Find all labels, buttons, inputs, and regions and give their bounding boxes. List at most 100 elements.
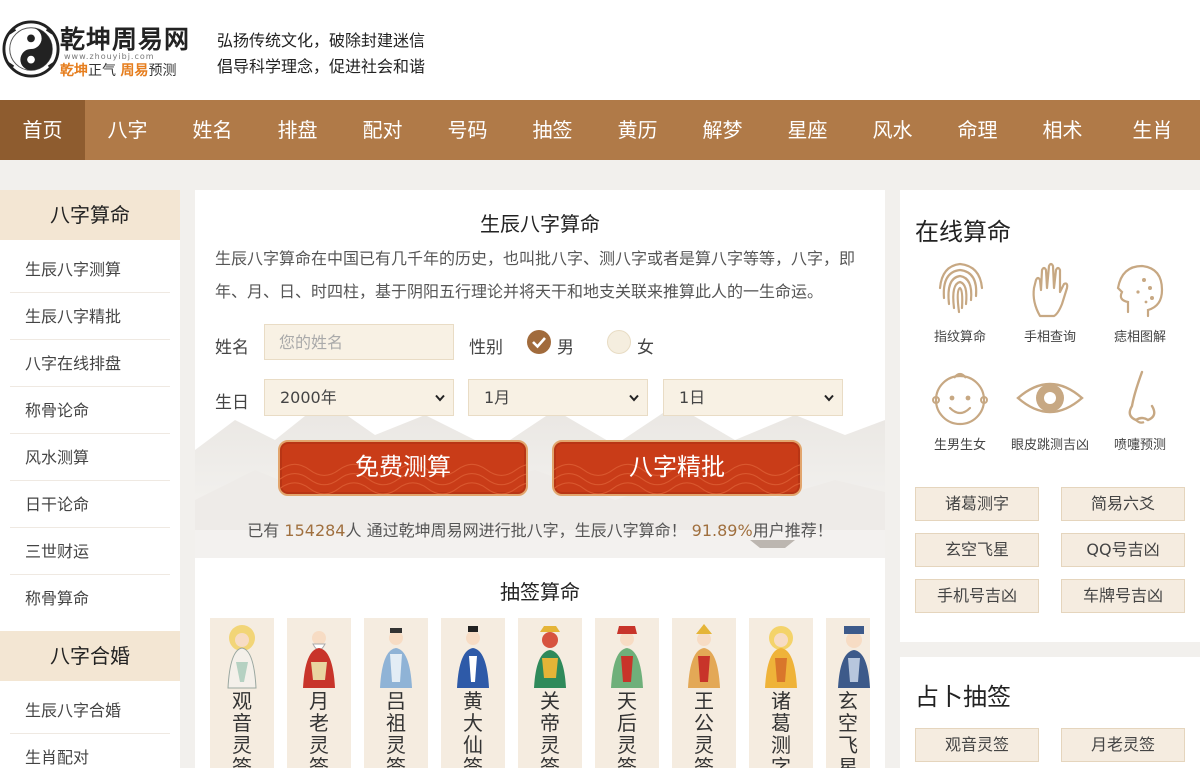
nav-item-zodiac[interactable]: 星座 [765,100,850,160]
deity-name: 吕祖灵签 [386,689,406,768]
chevron-down-icon [824,394,834,402]
sidebar-item[interactable]: 八字在线排盘 [10,340,170,387]
site-logo[interactable]: 乾坤周易网 www.zhouyibj.com 乾坤正气 周易预测 [0,18,200,84]
month-select[interactable]: 1月 [468,379,648,416]
day-select[interactable]: 1日 [663,379,843,416]
nav-item-physiognomy[interactable]: 相术 [1020,100,1105,160]
nav-item-fengshui[interactable]: 风水 [850,100,935,160]
detailed-bazi-button[interactable]: 八字精批 [552,440,802,496]
sidebar-item[interactable]: 称骨论命 [10,387,170,434]
detailed-bazi-button-label: 八字精批 [629,453,725,481]
year-select[interactable]: 2000年 [264,379,454,416]
bazi-title: 生辰八字算命 [480,212,600,236]
tool-label: 眼皮跳测吉凶 [1010,438,1089,453]
year-select-value: 2000年 [280,388,337,407]
deity-name: 月老灵签 [309,689,329,768]
sidebar-heading-marriage: 八字合婚 [0,631,180,681]
tagline-line-2: 倡导科学理念，促进社会和谐 [217,57,426,76]
tool-mole[interactable]: 痣相图解 [1095,258,1185,345]
link-yuelao-lot[interactable]: 月老灵签 [1061,728,1185,762]
deity-card-xuankong[interactable]: 玄空飞星 [826,618,870,768]
deity-card-guanyin[interactable]: 观音灵签 [210,618,274,768]
nav-item-home[interactable]: 首页 [0,100,85,160]
gender-label: 性别 [469,338,503,358]
name-input[interactable] [264,324,454,360]
nav-item-match[interactable]: 配对 [340,100,425,160]
logo-slogan: 乾坤正气 周易预测 [60,63,177,79]
link-phone-number[interactable]: 手机号吉凶 [915,579,1039,613]
sidebar-item[interactable]: 风水测算 [10,434,170,481]
sidebar-item[interactable]: 生辰八字合婚 [10,687,170,734]
chevron-down-icon [629,394,639,402]
sidebar-item[interactable]: 生肖配对 [10,734,170,768]
sidebar-item[interactable]: 生辰八字精批 [10,293,170,340]
nav-item-bazi[interactable]: 八字 [85,100,170,160]
tagline-line-1: 弘扬传统文化，破除封建迷信 [217,31,426,50]
tool-label: 手相查询 [1023,330,1076,345]
sidebar-item[interactable]: 三世财运 [10,528,170,575]
name-label: 姓名 [215,338,249,358]
sidebar-item[interactable]: 生辰八字测算 [10,246,170,293]
link-plate-number[interactable]: 车牌号吉凶 [1061,579,1185,613]
recommend-rate: 91.89% [691,521,753,540]
nav-item-name[interactable]: 姓名 [170,100,255,160]
site-header: 乾坤周易网 www.zhouyibj.com 乾坤正气 周易预测 弘扬传统文化，… [0,0,1200,100]
link-xuankong[interactable]: 玄空飞星 [915,533,1039,567]
nav-item-lots[interactable]: 抽签 [510,100,595,160]
free-calc-button[interactable]: 免费测算 [278,440,528,496]
tool-fingerprint[interactable]: 指纹算命 [915,258,1005,345]
usage-stats: 已有 154284人 通过乾坤周易网进行批八字，生辰八字算命！ 91.89%用户… [247,521,833,540]
huangdaxian-figure-icon [457,626,489,688]
tianhou-figure-icon [611,626,643,688]
user-count: 154284 [284,521,346,540]
chevron-down-icon [435,394,445,402]
yin-yang-logo-icon [2,20,60,78]
wanggong-figure-icon [688,624,720,688]
zhuge-figure-icon [765,626,797,688]
nav-item-almanac[interactable]: 黄历 [595,100,680,160]
tool-eyelid[interactable]: 眼皮跳测吉凶 [1005,366,1095,453]
eye-icon [1016,382,1084,414]
tool-baby-gender[interactable]: 生男生女 [915,366,1005,453]
nav-item-destiny[interactable]: 命理 [935,100,1020,160]
deity-name: 玄空飞星 [838,689,858,768]
tool-palm[interactable]: 手相查询 [1005,258,1095,345]
palm-icon [1032,262,1069,318]
deity-card-yuelao[interactable]: 月老灵签 [287,618,351,768]
link-zhuge-cezi[interactable]: 诸葛测字 [915,487,1039,521]
online-fortune-title: 在线算命 [915,218,1011,246]
deity-name: 观音灵签 [232,689,252,768]
sidebar-heading-bazi: 八字算命 [0,190,180,240]
male-radio[interactable] [527,330,551,354]
deity-card-guandi[interactable]: 关帝灵签 [518,618,582,768]
deity-name: 诸葛测字 [771,689,791,768]
xuankong-figure-icon [838,626,870,688]
face-mole-icon [1116,264,1164,318]
yuelao-figure-icon [303,631,335,688]
link-liuyao[interactable]: 简易六爻 [1061,487,1185,521]
deity-name: 关帝灵签 [540,689,560,768]
link-guanyin-lot[interactable]: 观音灵签 [915,728,1039,762]
nav-item-dream[interactable]: 解梦 [680,100,765,160]
lvzu-figure-icon [380,628,412,688]
deity-name: 天后灵签 [617,689,637,768]
sidebar-item[interactable]: 称骨算命 [10,575,170,622]
tool-label: 痣相图解 [1113,330,1166,345]
online-fortune-panel: 在线算命 指纹算命 手相查询 痣相图解 生男生女 眼皮跳测吉凶 喷嚏预测 诸葛测… [900,190,1200,642]
deity-card-wanggong[interactable]: 王公灵签 [672,618,736,768]
sidebar-item[interactable]: 日干论命 [10,481,170,528]
fingerprint-icon [938,262,984,314]
tool-sneeze[interactable]: 喷嚏预测 [1095,366,1185,453]
deity-card-lvzu[interactable]: 吕祖灵签 [364,618,428,768]
month-select-value: 1月 [484,388,511,407]
check-icon [532,337,546,349]
link-qq-number[interactable]: QQ号吉凶 [1061,533,1185,567]
tool-label: 喷嚏预测 [1113,438,1166,453]
deity-card-tianhou[interactable]: 天后灵签 [595,618,659,768]
nav-item-shengxiao[interactable]: 生肖 [1105,100,1200,160]
deity-card-huangdaxian[interactable]: 黄大仙签 [441,618,505,768]
nav-item-number[interactable]: 号码 [425,100,510,160]
nav-item-chart[interactable]: 排盘 [255,100,340,160]
deity-card-zhuge[interactable]: 诸葛测字 [749,618,813,768]
female-radio[interactable] [607,330,631,354]
